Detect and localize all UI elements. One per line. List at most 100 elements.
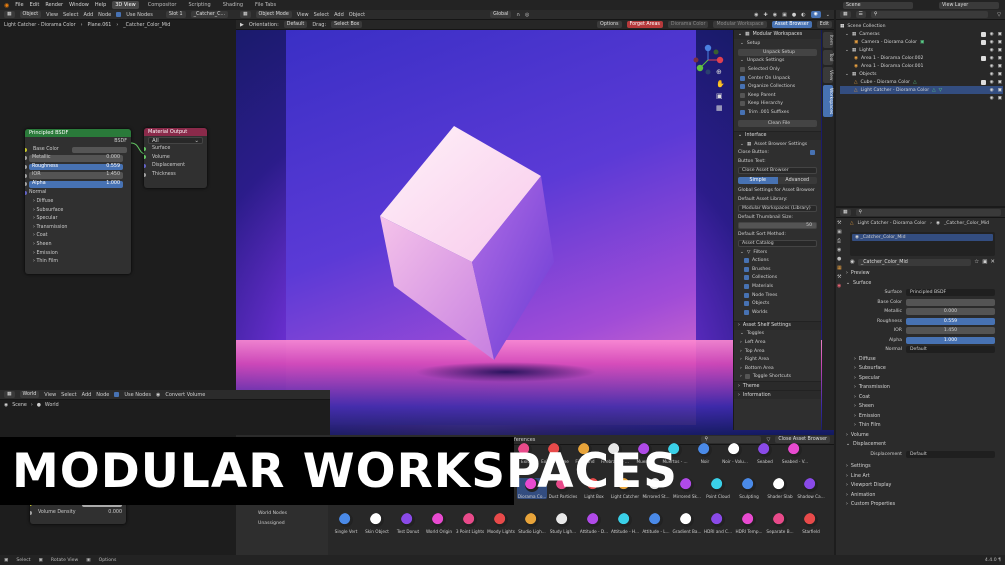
visibility-icon[interactable]: ◉ (754, 12, 758, 18)
scene-tab-icon[interactable]: ◉ (837, 247, 846, 253)
editor-type-dropdown[interactable]: ▦ (240, 11, 251, 18)
visibility-row[interactable]: ◉ ▣ (981, 86, 1002, 94)
material-output-node[interactable]: Material Output All ⌄ Surface Volume Disp… (144, 128, 207, 188)
panel-bottom-area[interactable]: › Bottom Area (734, 364, 821, 373)
view-layer-selector[interactable]: View Layer (939, 1, 999, 9)
object-tab-icon[interactable]: ▦ (837, 265, 846, 271)
close-button-row[interactable]: Close Button: (734, 148, 821, 157)
button-text-input[interactable]: Close Asset Browser (738, 166, 817, 174)
tool-tab-icon[interactable]: ⚒ (837, 220, 846, 226)
gizmo-icon[interactable]: ✚ (764, 12, 768, 18)
outliner-search[interactable]: ⚲ (870, 11, 989, 18)
asset-tile[interactable]: Studio Ligh... (517, 513, 547, 534)
camera-render-icon[interactable]: ▣ (998, 72, 1002, 77)
asset-tile[interactable]: Single Vert (331, 513, 361, 534)
render-tab-icon[interactable]: ▣ (837, 229, 846, 235)
zoom-icon[interactable]: ⊕ (716, 68, 722, 76)
subpanel-subsurface[interactable]: › Subsurface (836, 364, 1005, 374)
sidebar-tab-item[interactable]: Item (823, 32, 833, 48)
visibility-row[interactable]: ◉ ▣ (980, 38, 1002, 46)
filter-brushes[interactable]: Brushes (734, 265, 821, 274)
panel-interface[interactable]: ⌄ Interface (734, 130, 821, 140)
subpanel-emission[interactable]: › Emission (836, 412, 1005, 422)
diorama-color-button[interactable]: Diorama Color (667, 21, 709, 28)
sidebar-tab-tool[interactable]: Tool (823, 50, 833, 65)
fake-user-icon[interactable]: ☆ (974, 259, 979, 265)
material-browse-icon[interactable]: ◉ (850, 259, 855, 265)
display-mode-dropdown[interactable]: ☰ (855, 11, 866, 18)
outliner-item-camera[interactable]: ▣ Camera - Diorama Color ▣ (840, 38, 1003, 46)
subpanel-diffuse[interactable]: › Diffuse (836, 355, 1005, 365)
prop-roughness[interactable]: Roughness 0.559 (836, 317, 1005, 327)
use-nodes-checkbox[interactable] (114, 392, 120, 397)
panel-asset-shelf-settings[interactable]: › Asset Shelf Settings (734, 320, 821, 330)
asset-tile[interactable]: World Origin (424, 513, 454, 534)
panel-left-area[interactable]: › Left Area (734, 338, 821, 347)
world-menu-select[interactable]: Select (61, 392, 76, 398)
viewport-menu-select[interactable]: Select (314, 12, 329, 18)
asset-tile[interactable]: Attitude - L... (641, 513, 671, 534)
viewport-menu-view[interactable]: View (297, 12, 309, 18)
shading-material-icon[interactable]: ◐ (801, 12, 805, 18)
asset-tile[interactable]: Noir (690, 443, 720, 464)
prop-metallic[interactable]: Metallic 0.000 (836, 307, 1005, 317)
panel-animation[interactable]: › Animation (836, 491, 1005, 501)
sort-method-dropdown[interactable]: Asset Catalog (738, 239, 817, 247)
asset-tile[interactable]: Starfield (796, 513, 826, 534)
output-row-displacement[interactable]: Displacement (144, 162, 207, 171)
output-target-dropdown[interactable]: All ⌄ (148, 137, 203, 144)
outliner-item-cube[interactable]: △ Cube - Diorama Color △ (840, 78, 1003, 86)
eye-icon[interactable]: ◉ (990, 40, 994, 45)
viewport-menu-object[interactable]: Object (349, 12, 365, 18)
workspace-tab-scripting[interactable]: Scripting (185, 1, 213, 9)
world-menu-add[interactable]: Add (82, 392, 92, 398)
menu-render[interactable]: Render (45, 2, 63, 8)
modifier-tab-icon[interactable]: ⚒ (837, 274, 846, 280)
catalog-world-nodes[interactable]: World Nodes (258, 511, 287, 516)
mode-dropdown[interactable]: Object Mode (255, 11, 292, 18)
eye-icon[interactable]: ◉ (990, 80, 994, 85)
asset-tile[interactable]: Attitude - D... (579, 513, 609, 534)
world-tab-icon[interactable]: ● (837, 256, 846, 262)
panel-displacement[interactable]: ⌄ Displacement (836, 440, 1005, 450)
outliner-item-area-light-002[interactable]: ◉ Area 1 - Diorama Color.002 (840, 54, 1003, 62)
select-mode-icon[interactable]: ▶ (240, 22, 244, 28)
menu-window[interactable]: Window (69, 2, 89, 8)
asset-tile[interactable]: 3 Point Lights (455, 513, 485, 534)
visibility-row[interactable]: ◉ ▣ (981, 70, 1002, 78)
outliner-item-light-catcher[interactable]: △ Light Catcher - Diorama Color △ ▽ (840, 86, 1003, 94)
prop-ior[interactable]: IOR 1.450 (836, 326, 1005, 336)
mode-advanced[interactable]: Advanced (777, 176, 817, 184)
overlay-icon[interactable]: ◉ (773, 12, 777, 18)
opt-keep-parent[interactable]: Keep Parent (734, 91, 821, 100)
workspace-tab-file-tabs[interactable]: File Tabs (252, 1, 279, 9)
panel-setup[interactable]: ⌄ Setup (734, 39, 821, 48)
magnet-icon[interactable]: ∩ (516, 12, 520, 18)
workspace-tab-3d-view[interactable]: 3D View (112, 1, 139, 9)
camera-render-icon[interactable]: ▣ (998, 80, 1002, 85)
editor-type-dropdown[interactable]: ▦ (840, 209, 851, 216)
asset-tile[interactable]: Shader Slab (765, 478, 795, 499)
asset-tile[interactable]: HDRI and C... (703, 513, 733, 534)
material-slot-list[interactable]: ◉ _Catcher_Color_Mid (850, 232, 995, 256)
material-name-field[interactable]: _Catcher_Color_Mid (857, 258, 972, 266)
panel-top-area[interactable]: › Top Area (734, 347, 821, 356)
eye-icon[interactable]: ◉ (990, 64, 994, 69)
filter-materials[interactable]: Materials (734, 282, 821, 291)
camera-render-icon[interactable]: ▣ (998, 96, 1002, 101)
asset-tile[interactable]: Noir - Volu... (720, 443, 750, 464)
panel-modular-workspaces[interactable]: ⌄ ▦ Modular Workspaces (734, 30, 821, 39)
volume-density-row[interactable]: Volume Density 0.000 (30, 509, 126, 518)
asset-search-input[interactable]: ⚲ (701, 436, 762, 443)
close-icon[interactable]: ✕ (990, 259, 995, 265)
eye-icon[interactable]: ◉ (990, 32, 994, 37)
subpanel-transmission[interactable]: › Transmission (836, 383, 1005, 393)
camera-render-icon[interactable]: ▣ (998, 32, 1002, 37)
visibility-row[interactable]: ◉ ▣ (981, 62, 1002, 70)
asset-tile[interactable]: Seabed - V... (780, 443, 810, 464)
camera-render-icon[interactable]: ▣ (998, 48, 1002, 53)
panel-line-art[interactable]: › Line Art (836, 472, 1005, 482)
subpanel-sheen[interactable]: › Sheen (836, 402, 1005, 412)
menu-file[interactable]: File (15, 2, 23, 8)
eye-icon[interactable]: ◉ (990, 88, 994, 93)
